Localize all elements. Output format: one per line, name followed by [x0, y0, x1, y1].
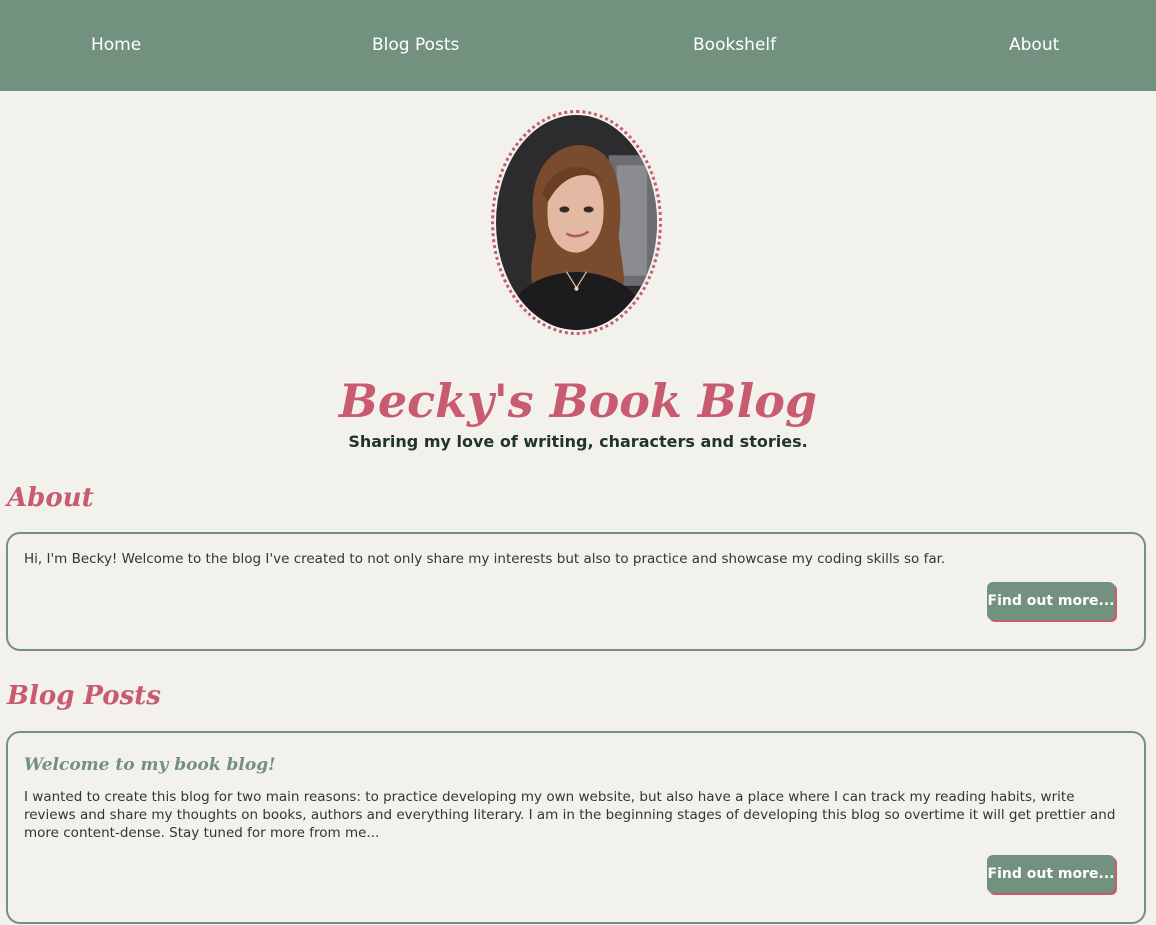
- nav-link-about[interactable]: About: [1009, 33, 1059, 57]
- about-card: Hi, I'm Becky! Welcome to the blog I've …: [6, 532, 1146, 651]
- about-heading: About: [7, 483, 94, 513]
- tagline: Sharing my love of writing, characters a…: [348, 432, 808, 451]
- post-excerpt: I wanted to create this blog for two mai…: [24, 789, 1116, 841]
- blog-posts-heading: Blog Posts: [7, 681, 161, 711]
- profile-photo-image: [496, 115, 657, 330]
- top-nav: Home Blog Posts Bookshelf About: [0, 0, 1156, 91]
- post-find-out-more-button[interactable]: Find out more...: [987, 855, 1115, 893]
- nav-link-blog-posts[interactable]: Blog Posts: [372, 33, 459, 57]
- about-find-out-more-button[interactable]: Find out more...: [987, 582, 1115, 620]
- about-text: Hi, I'm Becky! Welcome to the blog I've …: [24, 551, 946, 567]
- blog-title: Becky's Book Blog: [338, 373, 818, 428]
- nav-link-bookshelf[interactable]: Bookshelf: [693, 33, 776, 57]
- nav-link-home[interactable]: Home: [91, 33, 141, 57]
- post-title[interactable]: Welcome to my book blog!: [24, 752, 276, 778]
- blog-post-card: Welcome to my book blog! I wanted to cre…: [6, 731, 1146, 924]
- profile-photo: [491, 110, 662, 335]
